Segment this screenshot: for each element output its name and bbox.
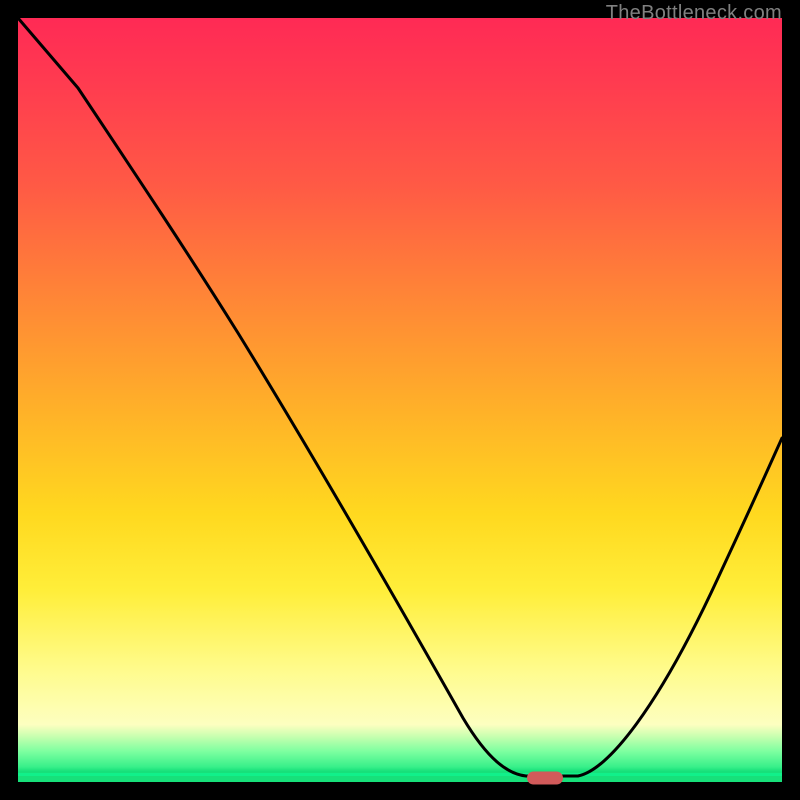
bottleneck-curve (18, 18, 782, 782)
curve-path (18, 18, 782, 776)
plot-area (18, 18, 782, 782)
optimal-marker (527, 772, 563, 785)
chart-frame: TheBottleneck.com (0, 0, 800, 800)
watermark-text: TheBottleneck.com (606, 2, 782, 25)
